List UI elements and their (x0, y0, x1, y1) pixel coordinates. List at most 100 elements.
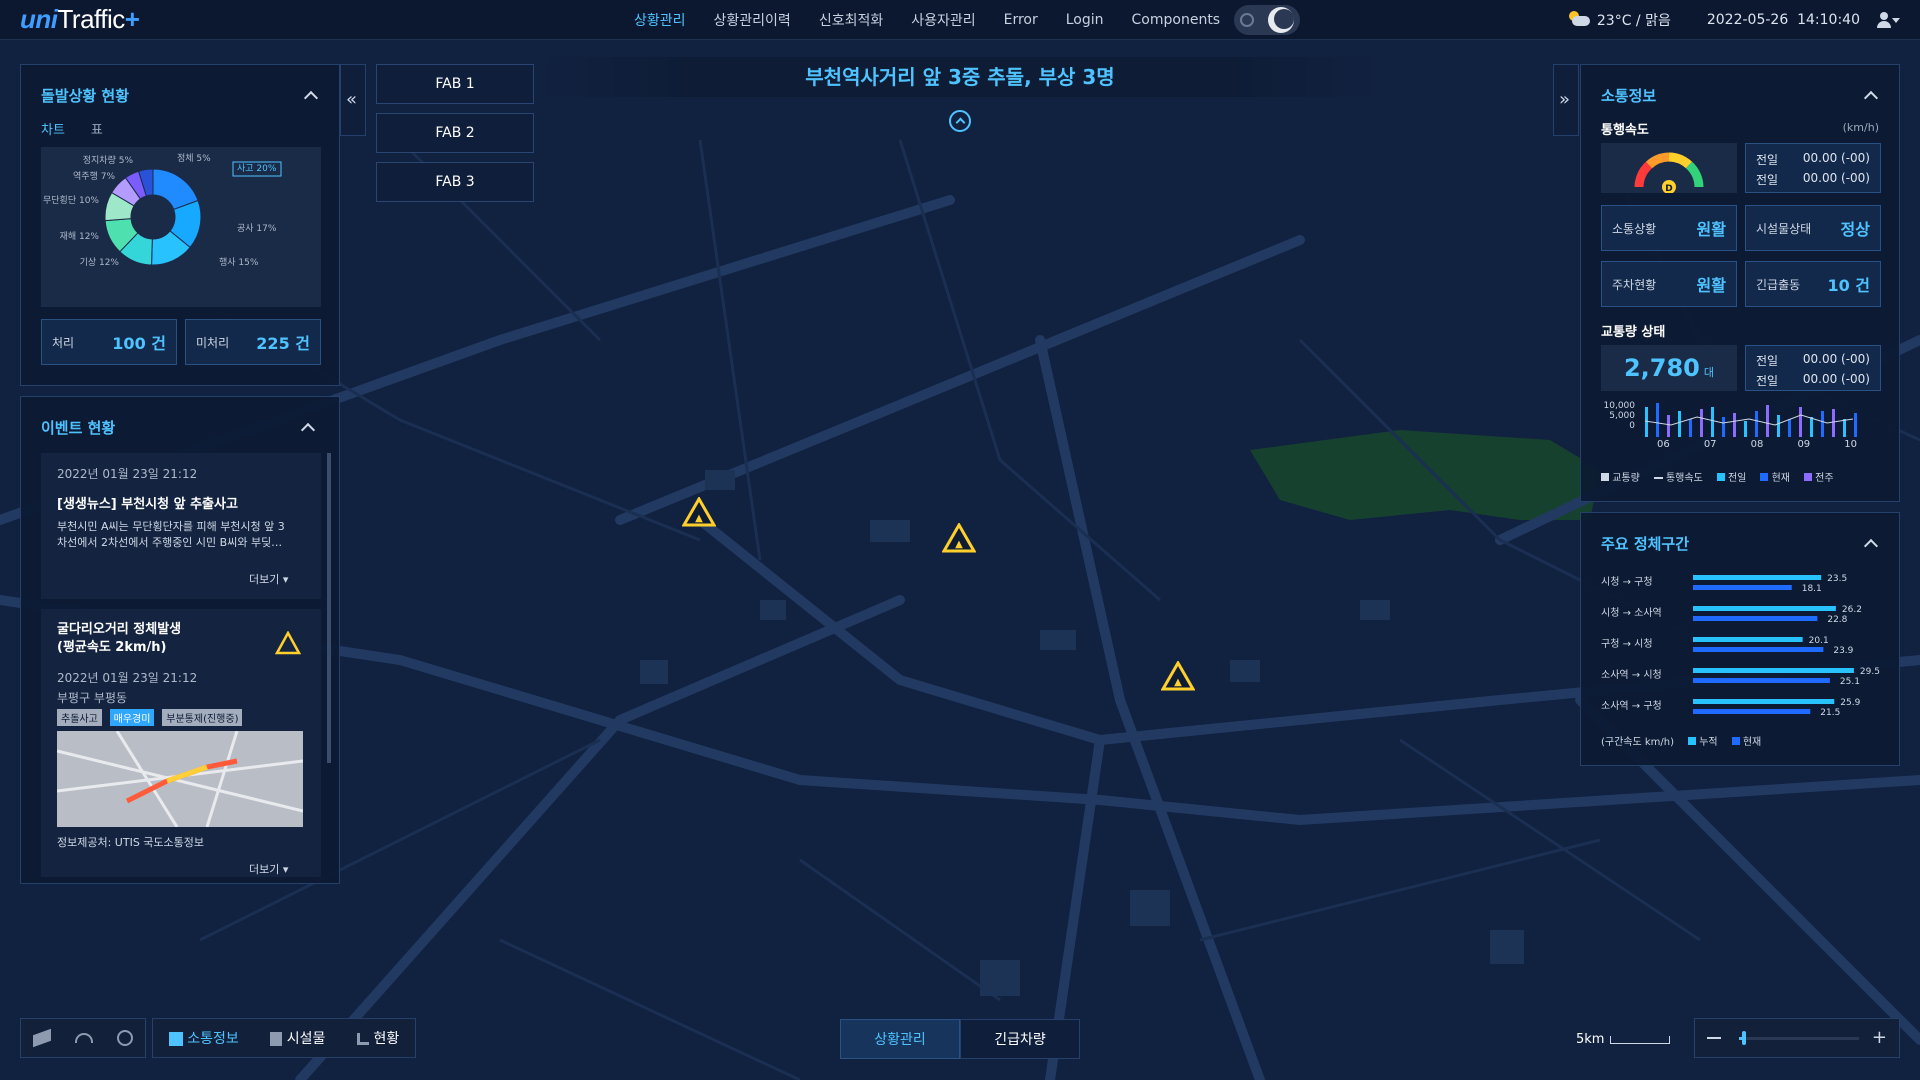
status-tool[interactable]: 현황 (356, 1028, 399, 1048)
processed-value: 100 건 (112, 334, 166, 353)
congestion-value-label: 21.5 (1820, 708, 1840, 718)
incident-pie-chart: 사고 20% 공사 17% 행사 15% 기상 12% 재해 12% 무단횡단 10% 역주… (41, 147, 321, 307)
congestion-bar (1693, 575, 1822, 580)
moon-icon (1268, 7, 1294, 33)
legend-item: 전일 (1727, 473, 1747, 484)
legend-item: 통행속도 (1665, 473, 1703, 484)
scale-bar (1610, 1035, 1671, 1044)
weather-icon (1568, 11, 1591, 29)
nav-users[interactable]: 사용자관리 (897, 10, 989, 30)
facility-icon (270, 1032, 283, 1046)
svg-text:▲: ▲ (1174, 677, 1182, 688)
collapse-chevron-icon[interactable] (300, 422, 316, 438)
unit-label: (구간속도 km/h) (1601, 737, 1675, 748)
event-panel: 이벤트 현황 2022년 01월 23일 21:12 [생생뉴스] 부천시청 앞… (20, 396, 340, 884)
legend-item: 교통량 (1612, 473, 1640, 484)
event-title: [생생뉴스] 부천시청 앞 추출사고 (57, 497, 238, 512)
tag-control: 부분통제(진행중) (162, 709, 243, 726)
incident-marker-1[interactable]: ▲ (682, 497, 716, 527)
nav-history[interactable]: 상황관리이력 (700, 10, 805, 30)
volume-legend: 교통량 통행속도 전일 현재 전주 (1601, 469, 1834, 484)
volume-value-box: 2,780 대 (1601, 345, 1737, 391)
collapse-right-panel[interactable]: » (1553, 64, 1579, 136)
volume-bar (1645, 407, 1648, 437)
nav-error[interactable]: Error (990, 12, 1052, 28)
event-card-1[interactable]: 2022년 01월 23일 21:12 [생생뉴스] 부천시청 앞 추출사고 부… (41, 453, 321, 599)
more-button-1[interactable]: 더보기 ▾ (249, 571, 288, 587)
congestion-bar (1693, 606, 1836, 611)
volume-bar (1678, 411, 1681, 437)
volume-x-tick: 06 (1657, 439, 1670, 450)
congestion-legend: (구간속도 km/h) 누적 현재 (1601, 733, 1761, 748)
collapse-chevron-icon[interactable] (1863, 90, 1879, 106)
fab-2-button[interactable]: FAB 2 (376, 113, 534, 153)
tab-emergency-vehicle[interactable]: 긴급차량 (960, 1019, 1080, 1059)
user-menu-icon[interactable] (1874, 10, 1900, 30)
traffic-info-tool[interactable]: 소통정보 (168, 1028, 239, 1048)
tab-table[interactable]: 표 (91, 119, 103, 138)
facility-tool[interactable]: 시설물 (270, 1028, 325, 1048)
collapse-chevron-icon[interactable] (1863, 538, 1879, 554)
prev-value: 00.00 (-00) (1802, 352, 1870, 366)
incident-marker-3[interactable]: ▲ (1161, 661, 1195, 691)
event-card-2[interactable]: 굴다리오거리 정체발생 (평균속도 2km/h) 2022년 01월 23일 2… (41, 609, 321, 877)
speed-title: 통행속도 (1601, 123, 1649, 138)
map-park (1250, 430, 1600, 520)
incident-panel-title: 돌발상황 현황 (41, 87, 130, 105)
layer-tools: 소통정보 시설물 현황 (152, 1018, 416, 1058)
traffic-status-box: 소통상황 원활 (1601, 205, 1737, 251)
legend-item: 누적 (1699, 737, 1718, 748)
zoom-slider-thumb[interactable] (1741, 1031, 1746, 1045)
fab-1-button[interactable]: FAB 1 (376, 64, 534, 104)
pie-label: 행사 15% (219, 256, 259, 268)
prev-label: 전일 (1756, 173, 1779, 187)
collapse-left-panel[interactable]: « (340, 64, 366, 136)
nav-login[interactable]: Login (1052, 12, 1118, 28)
nav-components[interactable]: Components (1118, 12, 1235, 28)
nav-signal[interactable]: 신호최적화 (805, 10, 897, 30)
pie-label: 공사 17% (237, 223, 277, 234)
emergency-status-box: 긴급출동 10 건 (1745, 261, 1881, 307)
volume-x-tick: 07 (1703, 439, 1717, 450)
event-source: 정보제공처: UTIS 국도소통정보 (57, 836, 205, 849)
volume-bar (1788, 419, 1791, 437)
prev-label: 전일 (1756, 374, 1779, 388)
more-button-2[interactable]: 더보기 ▾ (249, 861, 288, 877)
speed-icon[interactable] (75, 1033, 93, 1043)
status-value: 정상 (1840, 220, 1870, 239)
congestion-bar (1693, 709, 1811, 714)
zoom-out-icon[interactable] (1707, 1037, 1721, 1039)
svg-text:▲: ▲ (695, 513, 703, 524)
tab-chart[interactable]: 차트 (41, 119, 65, 138)
congestion-category: 시청 → 구청 (1601, 576, 1653, 588)
tab-situation[interactable]: 상황관리 (840, 1019, 960, 1059)
scrollbar[interactable] (327, 453, 331, 763)
map-scale: 5km (1576, 1032, 1671, 1047)
tag-severity: 매우경미 (109, 709, 155, 726)
status-label: 주차현황 (1612, 277, 1657, 292)
map-tools (20, 1018, 146, 1058)
fab-3-button[interactable]: FAB 3 (376, 162, 534, 202)
layers-icon[interactable] (33, 1028, 51, 1048)
incident-marker-2[interactable]: ▲ (942, 523, 976, 553)
zoom-slider-track[interactable] (1739, 1037, 1859, 1040)
collapse-chevron-icon[interactable] (303, 90, 319, 106)
nav-situation[interactable]: 상황관리 (620, 10, 700, 30)
double-chevron-left-icon: « (346, 89, 358, 110)
volume-x-tick: 09 (1797, 439, 1811, 450)
legend-item: 전주 (1815, 473, 1834, 484)
locate-icon[interactable] (117, 1030, 133, 1046)
congestion-value-label: 26.2 (1842, 605, 1862, 615)
banner-collapse-button[interactable] (949, 110, 971, 132)
top-header: uniTraffic+ 상황관리 상황관리이력 신호최적화 사용자관리 Erro… (0, 0, 1920, 40)
congestion-title: 주요 정체구간 (1601, 535, 1690, 553)
traffic-info-title: 소통정보 (1601, 87, 1657, 105)
congestion-value-label: 23.9 (1833, 646, 1853, 656)
congestion-bar (1693, 668, 1854, 673)
traffic-info-icon (168, 1032, 183, 1046)
prev-label: 전일 (1756, 354, 1779, 368)
app-logo[interactable]: uniTraffic+ (20, 4, 140, 35)
weather-text: 23°C / 맑음 (1596, 13, 1671, 29)
theme-toggle[interactable] (1234, 5, 1300, 35)
zoom-in-icon[interactable]: + (1872, 1029, 1887, 1047)
